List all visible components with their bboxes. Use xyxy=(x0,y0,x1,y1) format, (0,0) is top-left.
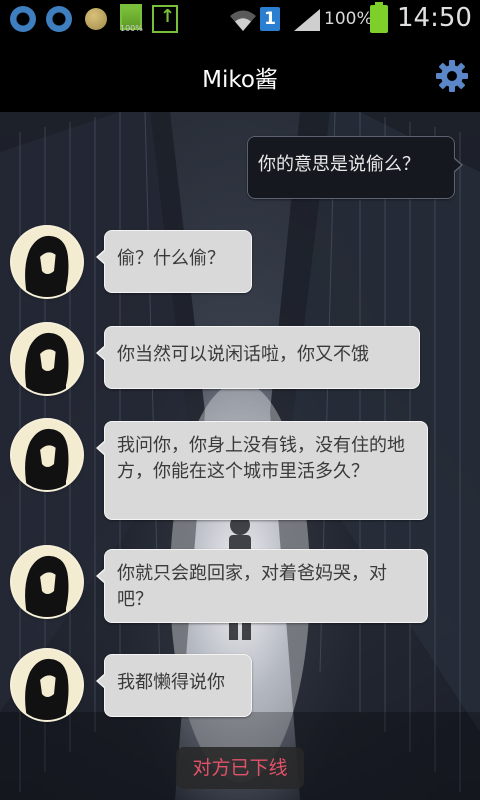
clock: 14:50 xyxy=(397,3,472,33)
gear-icon[interactable] xyxy=(434,58,470,94)
qq-icon xyxy=(46,6,72,32)
incoming-message[interactable]: 偷？什么偷？ xyxy=(96,230,252,293)
qq-icon xyxy=(10,6,36,32)
message-text: 我问你，你身上没有钱，没有住的地方，你能在这个城市里活多久？ xyxy=(117,435,405,482)
incoming-message[interactable]: 我问你，你身上没有钱，没有住的地方，你能在这个城市里活多久？ xyxy=(96,421,428,520)
chat-screen: 100% 1 100% 14:50 Miko酱 xyxy=(0,0,480,800)
outgoing-message[interactable]: 你的意思是说偷么？ xyxy=(247,136,463,199)
message-text: 我都懒得说你 xyxy=(117,672,225,693)
signal-strength-icon xyxy=(294,9,320,31)
avatar[interactable] xyxy=(12,650,82,720)
battery-percent: 100% xyxy=(324,9,373,29)
chat-area[interactable]: 你的意思是说偷么？ 偷？什么偷？ 你当然可以说闲话啦，你又不饿 我问你，你身上没… xyxy=(0,112,480,800)
app-notification-icon xyxy=(85,8,107,30)
message-text: 你就只会跑回家，对着爸妈哭，对吧？ xyxy=(117,563,387,610)
incoming-message[interactable]: 你当然可以说闲话啦，你又不饿 xyxy=(96,326,420,389)
title-bar: Miko酱 xyxy=(0,38,480,112)
avatar[interactable] xyxy=(12,420,82,490)
incoming-message[interactable]: 我都懒得说你 xyxy=(96,654,252,717)
status-bar: 100% 1 100% 14:50 xyxy=(0,0,480,38)
battery-notification-label: 100% xyxy=(120,24,143,33)
page-title: Miko酱 xyxy=(202,67,278,93)
message-text: 你的意思是说偷么？ xyxy=(258,154,420,175)
wifi-icon xyxy=(230,10,256,31)
battery-icon xyxy=(370,2,388,33)
sim-slot-indicator: 1 xyxy=(260,7,280,31)
upload-icon xyxy=(152,5,178,33)
avatar[interactable] xyxy=(12,547,82,617)
incoming-message[interactable]: 你就只会跑回家，对着爸妈哭，对吧？ xyxy=(96,549,428,623)
avatar[interactable] xyxy=(12,324,82,394)
message-text: 你当然可以说闲话啦，你又不饿 xyxy=(117,344,369,365)
avatar[interactable] xyxy=(12,227,82,297)
offline-status-badge: 对方已下线 xyxy=(176,747,304,789)
message-text: 偷？什么偷？ xyxy=(117,248,225,269)
